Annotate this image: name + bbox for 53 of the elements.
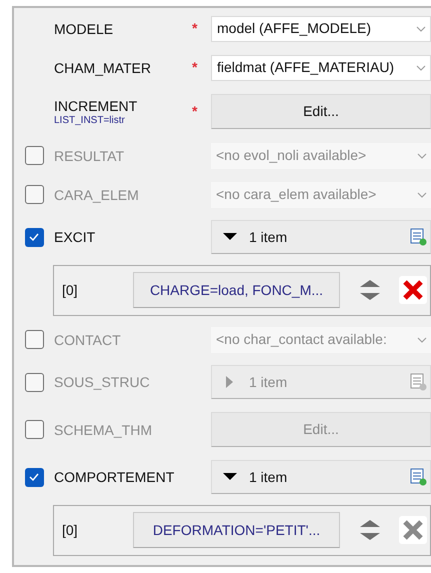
field-label: SCHEMA_THM xyxy=(54,420,154,438)
checkbox[interactable] xyxy=(24,185,44,204)
item-count: 1 item xyxy=(249,228,288,246)
dropdown-value: <no char_contact available: xyxy=(216,330,388,349)
field-label: RESULTAT xyxy=(54,146,126,164)
delete-button[interactable] xyxy=(399,276,427,304)
item-value-button[interactable]: CHARGE=load, FONC_M... xyxy=(133,272,340,308)
dropdown-value: <no cara_elem available> xyxy=(216,185,378,204)
field-label: SOUS_STRUC xyxy=(54,373,151,391)
triangle-down-icon xyxy=(223,231,237,243)
item-count: 1 item xyxy=(249,372,288,392)
field-label: CARA_ELEM xyxy=(54,186,140,204)
chevron-down-icon xyxy=(417,336,427,344)
field-label: CHAM_MATER xyxy=(54,58,152,76)
checkmark-icon xyxy=(28,231,40,243)
checkbox[interactable] xyxy=(24,330,44,349)
item-value-button[interactable]: DEFORMATION='PETIT'... xyxy=(133,512,340,548)
edit-button[interactable]: Edit... xyxy=(211,94,431,129)
item-count: 1 item xyxy=(249,468,288,486)
item-list-toggle[interactable]: 1 item xyxy=(211,460,431,494)
item-list-toggle[interactable]: 1 item xyxy=(211,220,431,254)
chevron-down-icon xyxy=(417,152,427,160)
field-sublabel: LIST_INST=listr xyxy=(54,114,126,126)
triangle-down-icon xyxy=(223,471,237,483)
required-mark: * xyxy=(192,19,198,38)
chevron-down-icon xyxy=(417,190,427,198)
checkbox[interactable] xyxy=(24,146,44,165)
chevron-down-icon xyxy=(416,64,426,72)
delete-button[interactable] xyxy=(399,516,427,544)
chevron-down-icon xyxy=(416,24,426,32)
dropdown[interactable]: model (AFFE_MODELE) xyxy=(211,16,431,42)
dropdown-value: <no evol_noli available> xyxy=(216,146,368,165)
checkmark-icon xyxy=(28,471,40,483)
field-label: EXCIT xyxy=(54,228,96,246)
required-mark: * xyxy=(192,102,198,121)
add-list-icon[interactable] xyxy=(410,228,427,246)
item-index: [0] xyxy=(62,520,79,540)
dropdown[interactable]: fieldmat (AFFE_MATERIAU) xyxy=(211,54,431,80)
checkbox[interactable] xyxy=(24,372,44,392)
close-icon xyxy=(402,279,424,301)
checkbox[interactable] xyxy=(24,420,44,439)
checkbox[interactable] xyxy=(24,468,44,486)
field-label: COMPORTEMENT xyxy=(54,468,176,486)
field-label: MODELE xyxy=(54,20,114,38)
add-list-icon[interactable] xyxy=(410,468,427,486)
field-label: CONTACT xyxy=(54,330,122,348)
item-index: [0] xyxy=(62,280,79,300)
dropdown-value: model (AFFE_MODELE) xyxy=(217,19,372,38)
close-icon xyxy=(402,519,424,541)
field-label: INCREMENT xyxy=(54,96,138,114)
dropdown-value: fieldmat (AFFE_MATERIAU) xyxy=(217,58,396,77)
required-mark: * xyxy=(192,58,198,77)
checkbox[interactable] xyxy=(24,228,44,246)
